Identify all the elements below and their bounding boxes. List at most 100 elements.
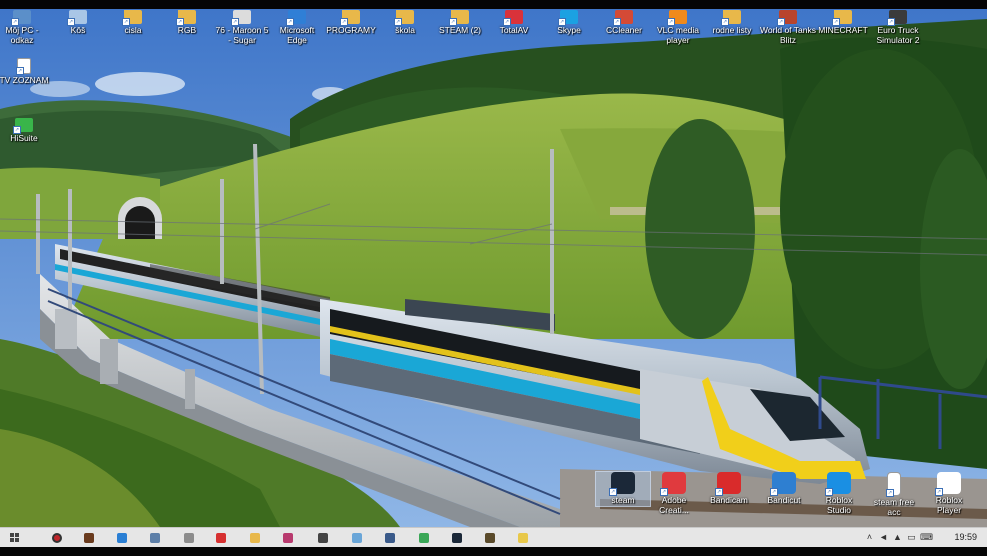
desktop-icon[interactable]: ↗ steam — [595, 471, 651, 507]
desktop-icon[interactable]: ↗ TotalAV — [484, 10, 544, 36]
folder-icon: ↗ — [721, 10, 741, 26]
desktop-icon[interactable]: ↗ CCleaner — [594, 10, 654, 36]
letterbox-top — [0, 0, 987, 9]
shortcut-arrow-icon: ↗ — [11, 18, 19, 26]
ccleaner-icon: ↗ — [613, 10, 633, 26]
desktop-icon[interactable]: ↗ Kôš — [48, 10, 108, 36]
desktop-icon-label: 76 - Maroon 5 - Sugar — [215, 25, 269, 45]
desktop-icon[interactable]: ↗ Môj PC - odkaz — [0, 10, 52, 46]
desktop-icon[interactable]: ↗ Bandicam — [702, 472, 756, 506]
pdf-icon — [216, 533, 226, 543]
volume-icon[interactable]: ◄ — [878, 532, 889, 543]
shortcut-arrow-icon: ↗ — [886, 489, 894, 497]
taskbar-pinned-app[interactable] — [82, 531, 96, 545]
taskbar-pinned-app[interactable] — [182, 531, 196, 545]
desktop-icon-label: škola — [395, 25, 415, 35]
folder-icon: ↗ — [340, 10, 360, 26]
shortcut-arrow-icon: ↗ — [721, 18, 729, 26]
taskbar-pinned-app[interactable] — [450, 531, 464, 545]
skype-icon: ↗ — [558, 10, 578, 26]
desktop-icon[interactable]: ↗ rodne listy — [702, 10, 762, 36]
keyboard-icon[interactable]: ⌨ — [920, 532, 933, 543]
taskbar: ˄ ◄ ▲ ▭ ⌨ 19:59 — [0, 527, 987, 548]
taskbar-clock[interactable]: 19:59 — [954, 532, 977, 542]
paint-icon — [283, 533, 293, 543]
desktop-icon[interactable]: ↗ Roblox Player — [922, 472, 976, 516]
minecraft-icon — [485, 533, 495, 543]
taskbar-pinned-app[interactable] — [350, 531, 364, 545]
taskbar-pinned-app[interactable] — [516, 531, 530, 545]
folder-icon: ↗ — [122, 10, 142, 26]
desktop-icon-label: Skype — [557, 25, 581, 35]
taskbar-pinned-app[interactable] — [50, 531, 64, 545]
desktop-icon[interactable]: ↗ Adobe Creati... — [647, 472, 701, 516]
desktop-icon[interactable]: ↗ TV ZOZNAM — [0, 58, 54, 86]
totalav-icon: ↗ — [503, 10, 523, 26]
desktop-icon-label: HiSuite — [10, 133, 38, 143]
shortcut-arrow-icon: ↗ — [394, 18, 402, 26]
bandicut-icon: ↗ — [770, 472, 796, 496]
desktop-icon[interactable]: ↗ Bandicut — [757, 472, 811, 506]
shortcut-arrow-icon: ↗ — [660, 488, 668, 496]
chevron-up-icon[interactable]: ˄ — [864, 532, 875, 543]
video-file-icon: ↗ — [231, 10, 251, 26]
desktop-icon[interactable]: ↗ RGB — [157, 10, 217, 36]
desktop-icon[interactable]: ↗ cisla — [103, 10, 163, 36]
windows-logo-icon — [10, 533, 20, 543]
computer-icon: ↗ — [11, 10, 31, 26]
desktop-icon[interactable]: ↗ World of Tanks Blitz — [758, 10, 818, 46]
system-tray: ˄ ◄ ▲ ▭ ⌨ 19:59 — [857, 528, 987, 548]
taskbar-pinned-app[interactable] — [281, 531, 295, 545]
chrome-icon — [419, 533, 429, 543]
shortcut-arrow-icon: ↗ — [67, 18, 75, 26]
shortcut-arrow-icon: ↗ — [122, 18, 130, 26]
desktop-icon[interactable]: ↗ HiSuite — [0, 118, 54, 144]
desktop-icon[interactable]: ↗ Euro Truck Simulator 2 — [868, 10, 928, 46]
desktop-icon[interactable]: ↗ PROGRAMY — [321, 10, 381, 36]
desktop-icon[interactable]: ↗ Microsoft Edge — [267, 10, 327, 46]
shortcut-arrow-icon: ↗ — [825, 488, 833, 496]
desktop-wallpaper — [0, 9, 987, 527]
recycle-bin-icon: ↗ — [67, 10, 87, 26]
shortcut-arrow-icon: ↗ — [16, 67, 24, 75]
battery-icon[interactable]: ▭ — [906, 532, 917, 543]
shortcut-arrow-icon: ↗ — [887, 18, 895, 26]
roblox-player-icon: ↗ — [935, 472, 961, 496]
taskbar-pinned-app[interactable] — [148, 531, 162, 545]
taskbar-pinned-app[interactable] — [316, 531, 330, 545]
taskbar-pinned-app[interactable] — [417, 531, 431, 545]
desktop-icon[interactable]: ↗ Roblox Studio — [812, 472, 866, 516]
taskbar-pinned-app[interactable] — [383, 531, 397, 545]
adobe-cc-icon: ↗ — [660, 472, 686, 496]
pen-icon — [117, 533, 127, 543]
desktop-icon[interactable]: ↗ škola — [375, 10, 435, 36]
record-icon — [52, 533, 62, 543]
letterbox-bottom — [0, 547, 987, 556]
printer-icon — [150, 533, 160, 543]
edge-icon: ↗ — [286, 10, 306, 26]
desktop-icon[interactable]: ↗ VLC media player — [648, 10, 708, 46]
desktop-icon[interactable]: ↗ Skype — [539, 10, 599, 36]
desktop-icon[interactable]: ↗ STEAM (2) — [430, 10, 490, 36]
vlc-icon: ↗ — [667, 10, 687, 26]
taskbar-pinned-app[interactable] — [115, 531, 129, 545]
desktop-icon[interactable]: ↗ MINECRAFT — [813, 10, 873, 36]
desktop-icon[interactable]: ↗ 76 - Maroon 5 - Sugar — [212, 10, 272, 46]
wallpaper-train-landscape — [0, 9, 987, 527]
desktop-icon-label: VLC media player — [656, 25, 700, 45]
taskbar-pinned-app[interactable] — [214, 531, 228, 545]
desktop-icon[interactable]: ↗ steam free acc — [867, 472, 921, 518]
drive-icon — [184, 533, 194, 543]
settings-icon — [318, 533, 328, 543]
taskbar-pinned-app[interactable] — [248, 531, 262, 545]
network-icon[interactable]: ▲ — [892, 532, 903, 543]
desktop-icon-label: Microsoft Edge — [279, 25, 315, 45]
shortcut-arrow-icon: ↗ — [715, 488, 723, 496]
shortcut-arrow-icon: ↗ — [176, 18, 184, 26]
wot-blitz-icon: ↗ — [777, 10, 797, 26]
desktop-screen: ↗ Môj PC - odkaz ↗ Kôš ↗ cisla ↗ RGB ↗ 76 - Maroo… — [0, 0, 987, 556]
taskbar-pinned-app[interactable] — [483, 531, 497, 545]
shortcut-arrow-icon: ↗ — [449, 18, 457, 26]
shortcut-arrow-icon: ↗ — [286, 18, 294, 26]
start-button[interactable] — [8, 531, 22, 545]
